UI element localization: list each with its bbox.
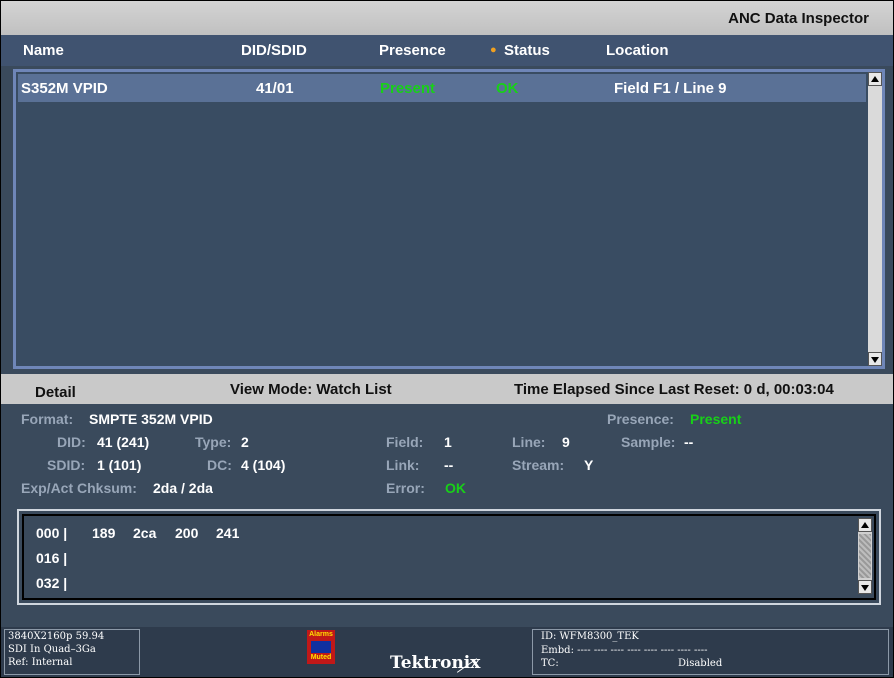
anc-data-inspector-window: ANC Data Inspector Name DID/SDID Presenc… <box>0 0 894 678</box>
dc-value: 4 (104) <box>241 457 286 473</box>
sample-value: -- <box>684 434 694 450</box>
hex-offset-016: 016 | <box>36 550 68 566</box>
presence-label: Presence: <box>607 411 674 427</box>
type-label: Type: <box>195 434 232 450</box>
detail-header-bar: Detail View Mode: Watch List Time Elapse… <box>1 374 893 404</box>
field-label: Field: <box>386 434 424 450</box>
hex-byte: 241 <box>216 525 240 541</box>
anc-data-list[interactable]: S352M VPID 41/01 Present OK Field F1 / L… <box>13 69 885 369</box>
hex-scroll-up-button[interactable] <box>858 518 872 532</box>
sdid-label: SDID: <box>47 457 86 473</box>
scroll-up-button[interactable] <box>868 72 882 86</box>
column-header-name[interactable]: Name <box>23 42 64 59</box>
scroll-up-arrow-icon <box>871 76 879 82</box>
scroll-up-arrow-icon <box>861 522 869 528</box>
list-row-selected[interactable]: S352M VPID 41/01 Present OK Field F1 / L… <box>18 74 866 102</box>
format-label: Format: <box>21 411 74 427</box>
dc-label: DC: <box>207 457 232 473</box>
column-header-bar: Name DID/SDID Presence ● Status Location <box>1 35 893 66</box>
alarm-top-label: Alarms <box>309 631 333 638</box>
instrument-id: ID: WFM8300_TEK <box>541 631 639 642</box>
row-status: OK <box>496 80 519 97</box>
hex-offset-000: 000 | <box>36 525 68 541</box>
timecode-value: Disabled <box>678 658 723 669</box>
title-bar: ANC Data Inspector <box>1 1 893 35</box>
hex-scroll-down-button[interactable] <box>858 580 872 594</box>
scroll-down-arrow-icon <box>861 585 869 591</box>
line-value: 9 <box>562 434 570 450</box>
stream-label: Stream: <box>512 457 565 473</box>
timecode-label: TC: <box>541 658 559 669</box>
did-value: 41 (241) <box>97 434 150 450</box>
type-value: 2 <box>241 434 249 450</box>
presence-value: Present <box>690 411 742 427</box>
sdid-value: 1 (101) <box>97 457 142 473</box>
scroll-down-button[interactable] <box>868 352 882 366</box>
view-mode-label: View Mode: Watch List <box>230 381 392 398</box>
checksum-label: Exp/Act Chksum: <box>21 480 137 496</box>
detail-title: Detail <box>35 384 76 401</box>
stream-value: Y <box>584 457 594 473</box>
hex-scrollbar[interactable] <box>858 518 872 594</box>
link-value: -- <box>444 457 454 473</box>
time-elapsed-label: Time Elapsed Since Last Reset: 0 d, 00:0… <box>514 381 834 398</box>
alarm-bell-shape <box>311 641 331 653</box>
window-title: ANC Data Inspector <box>728 10 869 27</box>
error-label: Error: <box>386 480 425 496</box>
sample-label: Sample: <box>621 434 676 450</box>
checksum-value: 2da / 2da <box>153 480 213 496</box>
hex-byte: 2ca <box>133 525 157 541</box>
column-header-presence[interactable]: Presence <box>379 42 446 59</box>
list-scrollbar[interactable] <box>868 72 882 366</box>
error-value: OK <box>445 480 466 496</box>
row-presence: Present <box>380 80 436 97</box>
column-header-status[interactable]: Status <box>504 42 550 59</box>
hex-dump-area[interactable]: 000 | 189 2ca 200 241 016 | 032 | <box>22 514 876 600</box>
hex-offset-032: 032 | <box>36 575 68 591</box>
alarm-muted-icon[interactable]: Alarms Muted <box>307 630 335 664</box>
video-format: 3840X2160p 59.94 <box>8 631 105 642</box>
line-label: Line: <box>512 434 546 450</box>
field-value: 1 <box>444 434 452 450</box>
status-dot-icon: ● <box>490 44 497 56</box>
hex-dump-panel: 000 | 189 2ca 200 241 016 | 032 | <box>17 509 881 605</box>
hex-scroll-thumb[interactable] <box>859 534 871 578</box>
hex-byte: 189 <box>92 525 116 541</box>
column-header-did-sdid[interactable]: DID/SDID <box>241 42 307 59</box>
reference: Ref: Internal <box>8 657 73 668</box>
hex-byte: 200 <box>175 525 199 541</box>
tektronix-logo: Tektronix <box>390 653 481 673</box>
row-did-sdid: 41/01 <box>256 80 294 97</box>
embedded-audio: Embd: ---- ---- ---- ---- ---- ---- ----… <box>541 645 708 656</box>
input-type: SDI In Quad–3Ga <box>8 644 96 655</box>
row-location: Field F1 / Line 9 <box>614 80 727 97</box>
column-header-location[interactable]: Location <box>606 42 669 59</box>
link-label: Link: <box>386 457 420 473</box>
scroll-down-arrow-icon <box>871 357 879 363</box>
alarm-bottom-label: Muted <box>310 654 332 661</box>
format-value: SMPTE 352M VPID <box>89 411 213 427</box>
row-name: S352M VPID <box>21 80 108 97</box>
did-label: DID: <box>57 434 86 450</box>
